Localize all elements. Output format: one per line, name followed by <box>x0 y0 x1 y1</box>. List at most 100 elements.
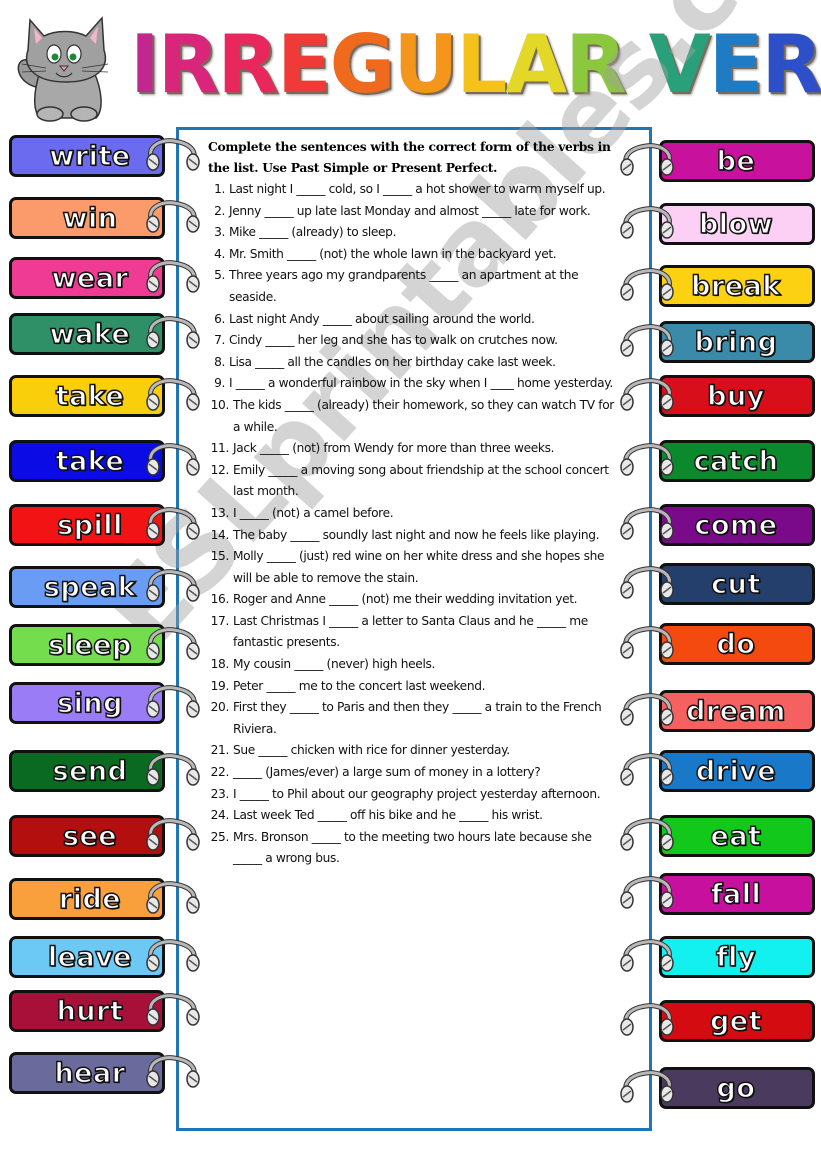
verb-label: see <box>62 820 118 852</box>
verb-label: catch <box>693 445 779 477</box>
question-number: 16. <box>210 592 230 607</box>
ring-icon <box>146 569 200 602</box>
verb-label: fall <box>710 878 762 910</box>
ring-icon <box>620 378 674 411</box>
verb-label: write <box>49 140 131 172</box>
question-number: 5. <box>214 268 225 283</box>
question-item: 12. Emily _____ a moving song about frien… <box>205 460 620 503</box>
question-number: 21. <box>210 743 230 758</box>
question-text: Jack _____ (not) from Wendy for more tha… <box>233 441 555 456</box>
ring-icon <box>146 443 200 476</box>
verb-tag-be: be <box>659 140 815 182</box>
ring-icon <box>146 1055 200 1088</box>
ring-icon <box>146 818 200 851</box>
question-text: Sue _____ chicken with rice for dinner y… <box>233 743 510 758</box>
verb-tag-blow: blow <box>659 203 815 245</box>
question-text: Molly _____ (just) red wine on her white… <box>233 549 605 585</box>
ring-icon <box>620 1070 674 1103</box>
ring-icon <box>620 753 674 786</box>
verb-label: come <box>694 509 778 541</box>
title-letter: R <box>217 17 279 111</box>
verb-tag-do: do <box>659 623 815 665</box>
question-number: 25. <box>210 829 230 844</box>
verb-label: do <box>716 628 756 660</box>
question-number: 22. <box>210 765 230 780</box>
title-letter: R <box>157 17 220 111</box>
ring-icon <box>620 626 674 659</box>
ring-icon <box>620 818 674 851</box>
ring-icon <box>146 939 200 972</box>
ring-icon <box>146 138 200 171</box>
verb-tag-come: come <box>659 504 815 546</box>
question-item: 15. Molly _____ (just) red wine on her wh… <box>205 546 620 589</box>
ring-icon <box>620 143 674 176</box>
question-number: 11. <box>210 441 230 456</box>
title-letter: A <box>505 17 567 111</box>
ring-icon <box>620 566 674 599</box>
question-item: 3. Mike _____ (already) to sleep. <box>205 222 620 244</box>
question-item: 24. Last week Ted _____ off his bike and … <box>205 805 620 827</box>
question-number: 12. <box>210 462 230 477</box>
verb-label: go <box>716 1072 756 1104</box>
verb-label: spill <box>56 509 123 541</box>
verb-tag-fly: fly <box>659 936 815 978</box>
question-text: Last week Ted _____ off his bike and he … <box>233 808 543 823</box>
verb-label: drive <box>695 755 777 787</box>
question-text: I _____ a wonderful rainbow in the sky w… <box>229 376 613 391</box>
question-text: The baby _____ soundly last night and no… <box>233 527 600 542</box>
worksheet-content: Complete the sentences with the correct … <box>205 136 620 870</box>
instructions: Complete the sentences with the correct … <box>208 139 611 175</box>
verb-label: blow <box>698 208 774 240</box>
question-text: Mr. Smith _____ (not) the whole lawn in … <box>229 246 557 261</box>
ring-icon <box>620 507 674 540</box>
question-number: 3. <box>214 225 225 240</box>
verb-label: fly <box>715 941 757 973</box>
question-text: The kids _____ (already) their homework,… <box>233 397 614 434</box>
question-text: Mrs. Bronson _____ to the meeting two ho… <box>233 829 592 866</box>
question-item: 14. The baby _____ soundly last night and… <box>205 525 620 547</box>
title-letter: U <box>393 17 458 111</box>
worksheet-header: IRREGULARVERBS <box>0 0 821 125</box>
ring-icon <box>620 939 674 972</box>
question-item: 13. I _____ (not) a camel before. <box>205 503 620 525</box>
ring-icon <box>146 993 200 1026</box>
question-number: 6. <box>214 311 225 326</box>
question-item: 6. Last night Andy _____ about sailing ar… <box>205 309 620 331</box>
verb-label: sleep <box>47 629 132 661</box>
question-item: 5. Three years ago my grandparents _____ … <box>205 265 620 308</box>
question-number: 13. <box>210 505 230 520</box>
verb-tag-get: get <box>659 1000 815 1042</box>
verb-label: cut <box>710 568 761 600</box>
question-number: 23. <box>210 786 230 801</box>
ring-icon <box>146 685 200 718</box>
title-letter: E <box>276 17 332 111</box>
verb-label: eat <box>710 820 762 852</box>
question-number: 9. <box>214 376 225 391</box>
ring-icon <box>620 206 674 239</box>
title-letter: V <box>648 17 711 111</box>
question-item: 23. I _____ to Phil about our geography p… <box>205 784 620 806</box>
question-item: 20. First they _____ to Paris and then th… <box>205 697 620 740</box>
question-number: 20. <box>210 700 230 715</box>
question-text: Last night Andy _____ about sailing arou… <box>229 311 535 326</box>
verb-tag-catch: catch <box>659 440 815 482</box>
title-letter: R <box>761 17 821 111</box>
ring-icon <box>146 507 200 540</box>
question-number: 24. <box>210 808 230 823</box>
verb-label: win <box>62 202 118 234</box>
question-text: Peter _____ me to the concert last weeke… <box>233 678 486 693</box>
question-text: I _____ (not) a camel before. <box>233 505 394 520</box>
question-item: 10. The kids _____ (already) their homewo… <box>205 395 620 438</box>
question-text: Roger and Anne _____ (not) me their wedd… <box>233 592 578 607</box>
verb-label: wake <box>49 318 131 350</box>
verb-tag-dream: dream <box>659 690 815 732</box>
verb-label: hurt <box>56 995 124 1027</box>
verb-tag-cut: cut <box>659 563 815 605</box>
title-letter: R <box>565 17 627 111</box>
question-item: 2. Jenny _____ up late last Monday and al… <box>205 201 620 223</box>
ring-icon <box>620 324 674 357</box>
verb-label: ride <box>58 883 122 915</box>
question-text: I _____ to Phil about our geography proj… <box>233 786 601 801</box>
verb-label: wear <box>51 262 129 294</box>
question-number: 10. <box>210 397 230 412</box>
